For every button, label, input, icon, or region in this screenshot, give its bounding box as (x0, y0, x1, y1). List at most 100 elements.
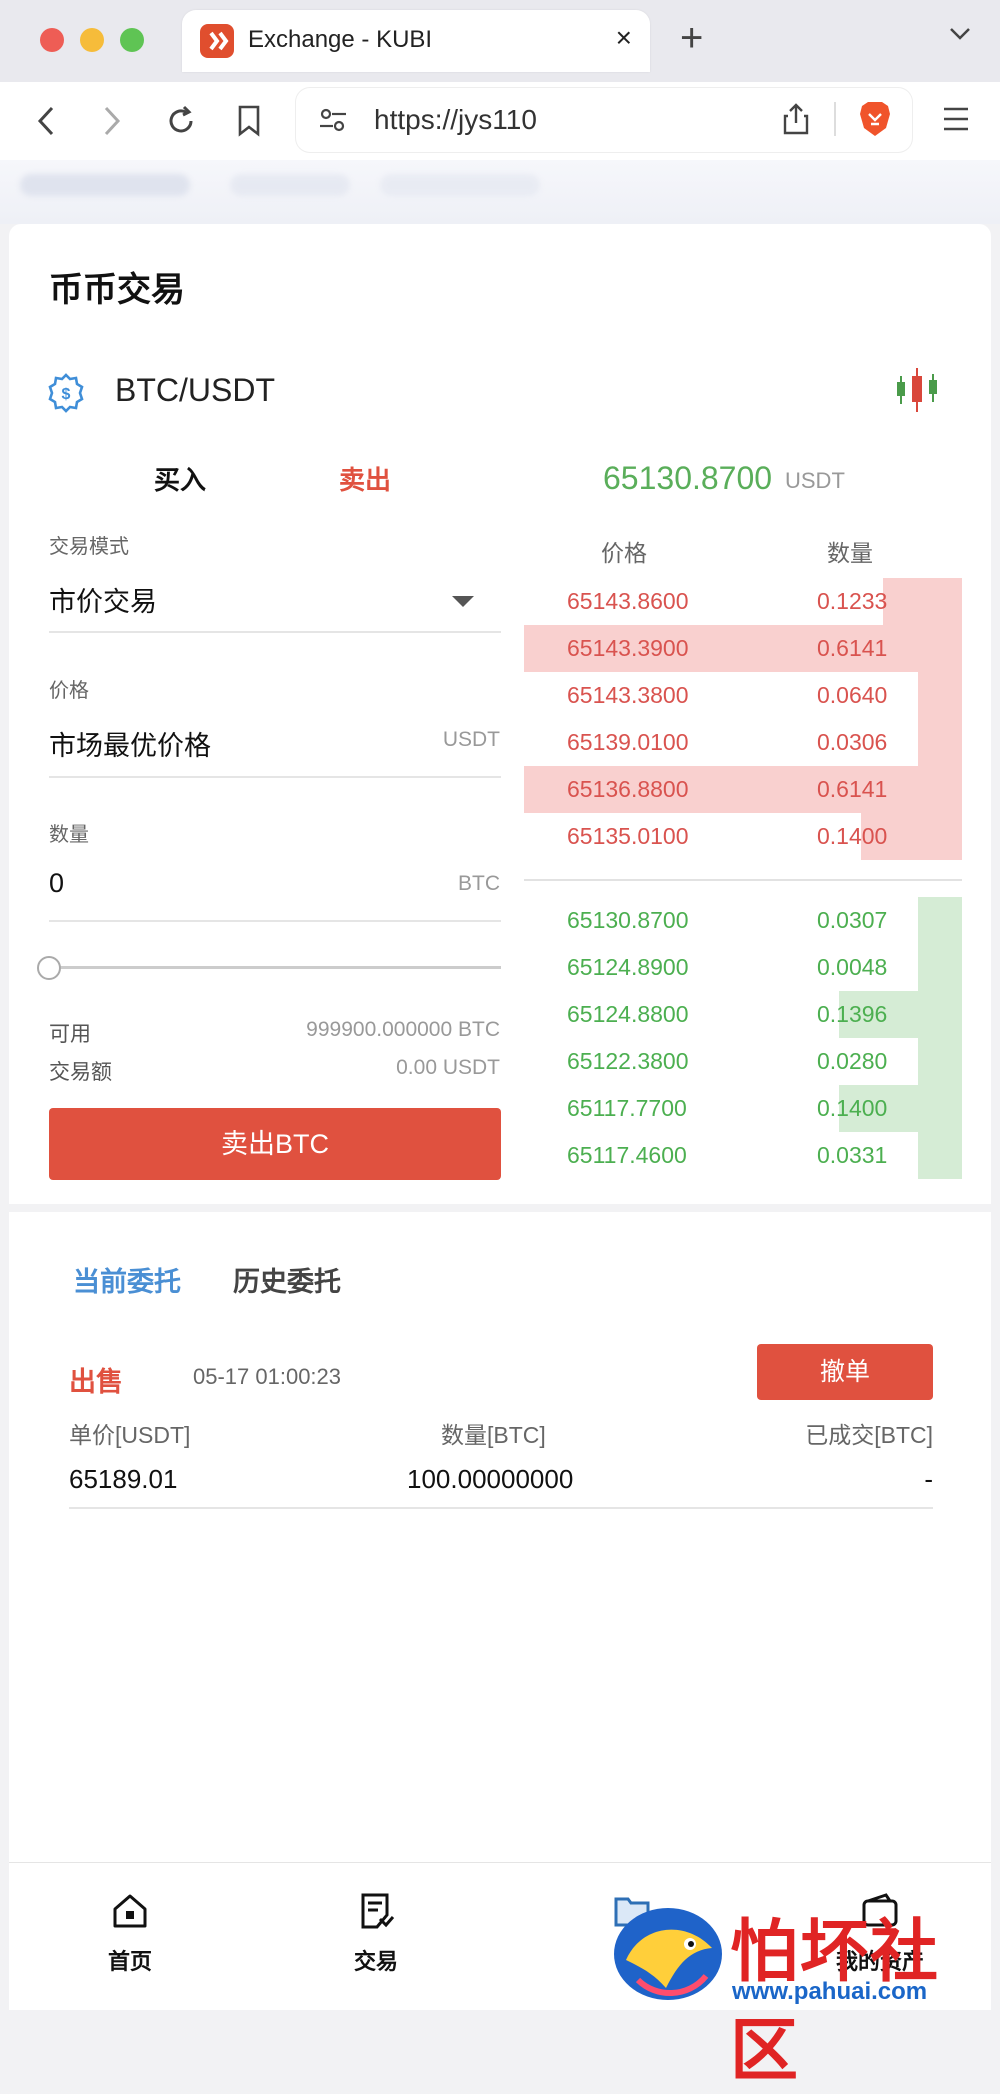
trade-doc-icon (356, 1893, 396, 1935)
ask-price: 65143.3800 (567, 682, 689, 708)
bid-price: 65124.8800 (567, 1001, 689, 1027)
bid-row[interactable]: 65124.8800 0.1396 (524, 991, 962, 1038)
divider (49, 920, 501, 922)
window-minimize-button[interactable] (80, 28, 104, 52)
last-price-unit: USDT (785, 468, 845, 493)
bid-qty: 0.0307 (817, 907, 888, 933)
ask-depth-bar (883, 578, 962, 625)
new-tab-button[interactable]: + (680, 16, 703, 61)
watermark-fish-logo (608, 1902, 728, 2011)
ask-qty: 0.6141 (817, 776, 888, 802)
window-maximize-button[interactable] (120, 28, 144, 52)
price-label: 价格 (49, 680, 89, 702)
tab-buy[interactable]: 买入 (154, 460, 206, 497)
ask-depth-bar (918, 719, 962, 766)
browser-toolbar: https://jys110 (0, 82, 1000, 160)
watermark-url: www.pahuai.com (732, 1978, 928, 2005)
ask-row[interactable]: 65135.0100 0.1400 (524, 813, 962, 860)
cancel-order-button[interactable]: 撤单 (757, 1344, 933, 1400)
bid-qty: 0.1400 (817, 1095, 888, 1121)
candlestick-icon[interactable] (893, 366, 941, 419)
orderbook-qty-header: 数量 (827, 540, 873, 566)
bid-price: 65130.8700 (567, 907, 689, 933)
ask-row[interactable]: 65136.8800 0.6141 (524, 766, 962, 813)
chevron-down-icon[interactable] (948, 26, 972, 47)
menu-icon[interactable] (942, 106, 970, 137)
bid-depth-bar (918, 1132, 962, 1179)
sell-btc-button[interactable]: 卖出BTC (49, 1108, 501, 1180)
ask-row[interactable]: 65143.3800 0.0640 (524, 672, 962, 719)
bid-row[interactable]: 65117.7700 0.1400 (524, 1085, 962, 1132)
ask-depth-bar (918, 672, 962, 719)
bookmark-icon[interactable] (236, 104, 262, 143)
browser-tab-bar: Exchange - KUBI × + (0, 0, 1000, 82)
site-settings-icon[interactable] (318, 106, 348, 139)
ask-qty: 0.0306 (817, 729, 888, 755)
home-icon (110, 1894, 150, 1935)
bid-row[interactable]: 65124.8900 0.0048 (524, 944, 962, 991)
bid-depth-bar (918, 944, 962, 991)
mode-select[interactable]: 市价交易 (49, 580, 157, 619)
ask-price: 65143.8600 (567, 588, 689, 614)
qty-label: 数量 (49, 824, 89, 846)
ask-price: 65143.3900 (567, 635, 689, 661)
bid-depth-bar (918, 897, 962, 944)
bid-row[interactable]: 65130.8700 0.0307 (524, 897, 962, 944)
bid-price: 65122.3800 (567, 1048, 689, 1074)
nav-trade[interactable]: 交易 (316, 1891, 436, 1976)
ask-row[interactable]: 65143.3900 0.6141 (524, 625, 962, 672)
gear-dollar-icon[interactable]: $ (45, 372, 87, 419)
order-price: 65189.01 (69, 1464, 178, 1494)
watermark: 怕坏社区 www.pahuai.com (600, 1896, 1000, 2091)
ask-qty: 0.1233 (817, 588, 888, 614)
qty-unit: BTC (458, 872, 500, 895)
divider (834, 102, 836, 136)
amount-slider-track[interactable] (49, 966, 501, 969)
order-filled: - (924, 1464, 933, 1494)
ask-qty: 0.1400 (817, 823, 888, 849)
ask-qty: 0.6141 (817, 635, 888, 661)
ask-row[interactable]: 65143.8600 0.1233 (524, 578, 962, 625)
tab-title: Exchange - KUBI (248, 26, 433, 53)
reload-icon[interactable] (164, 104, 198, 143)
price-input[interactable]: 市场最优价格 (49, 724, 211, 763)
brave-shield-icon[interactable] (858, 100, 892, 143)
trade-card: 币币交易 $ BTC/USDT 买入 卖出 交易模式 市价交易 价格 市场最优价… (9, 224, 991, 1204)
back-icon[interactable] (34, 104, 58, 143)
bid-qty: 0.0280 (817, 1048, 888, 1074)
tab-history-orders[interactable]: 历史委托 (233, 1260, 341, 1299)
divider (49, 776, 501, 778)
available-label: 可用 (49, 1023, 91, 1046)
address-bar[interactable]: https://jys110 (296, 88, 912, 152)
bid-qty: 0.0331 (817, 1142, 888, 1168)
price-unit: USDT (442, 728, 500, 751)
blurred-banner (0, 160, 1000, 224)
dropdown-arrow-icon[interactable] (452, 596, 474, 607)
bid-price: 65124.8900 (567, 954, 689, 980)
bid-row[interactable]: 65117.4600 0.0331 (524, 1132, 962, 1179)
bid-row[interactable]: 65122.3800 0.0280 (524, 1038, 962, 1085)
tab-current-orders[interactable]: 当前委托 (73, 1260, 181, 1299)
kubi-favicon-icon (200, 24, 234, 58)
bid-price: 65117.4600 (567, 1142, 687, 1168)
amount-slider-handle[interactable] (37, 956, 61, 980)
nav-trade-label: 交易 (353, 1949, 398, 1974)
ask-row[interactable]: 65139.0100 0.0306 (524, 719, 962, 766)
tab-sell[interactable]: 卖出 (339, 460, 391, 497)
amount-label: 交易额 (49, 1061, 112, 1084)
divider (49, 631, 501, 633)
col-filled-header: 已成交[BTC] (805, 1422, 933, 1448)
col-qty-header: 数量[BTC] (441, 1422, 546, 1448)
qty-input[interactable]: 0 (49, 868, 64, 899)
url-text[interactable]: https://jys110 (374, 104, 537, 136)
tab-close-icon[interactable]: × (616, 22, 632, 54)
browser-tab[interactable]: Exchange - KUBI × (182, 10, 650, 72)
share-icon[interactable] (782, 102, 810, 141)
nav-home[interactable]: 首页 (70, 1891, 190, 1976)
forward-icon[interactable] (100, 104, 124, 143)
bid-qty: 0.0048 (817, 954, 888, 980)
orderbook-price-header: 价格 (601, 540, 647, 566)
window-close-button[interactable] (40, 28, 64, 52)
pair-name[interactable]: BTC/USDT (115, 372, 275, 409)
order-qty: 100.00000000 (407, 1464, 574, 1494)
